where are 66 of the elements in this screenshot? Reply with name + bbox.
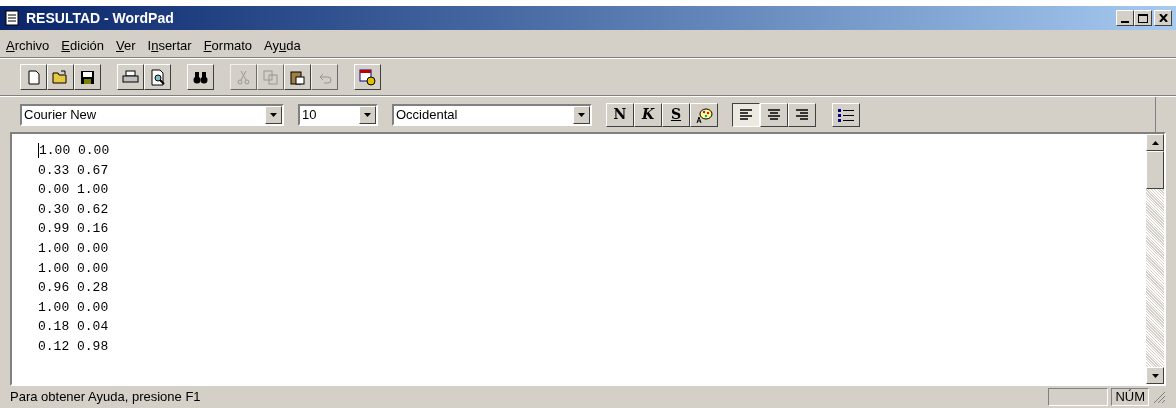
text-line: 0.18 0.04 xyxy=(38,318,109,337)
italic-button[interactable]: K xyxy=(634,102,662,127)
text-line: 0.00 1.00 xyxy=(38,181,109,200)
bullets-button[interactable] xyxy=(832,102,860,127)
text-line: 1.00 0.00 xyxy=(38,259,109,278)
toolbar-button[interactable] xyxy=(47,64,74,90)
text-line: 0.33 0.67 xyxy=(38,161,109,180)
up-arrow-icon xyxy=(1151,140,1159,145)
bullet-list-icon xyxy=(837,107,855,122)
maximize-button[interactable] xyxy=(1134,10,1152,26)
text-line: 0.12 0.98 xyxy=(38,337,109,356)
text-line: 0.99 0.16 xyxy=(38,220,109,239)
bold-button[interactable]: N xyxy=(606,102,634,127)
menu-item[interactable]: Insertar xyxy=(147,35,192,56)
menu-item[interactable]: Formato xyxy=(203,35,253,56)
menu-item[interactable]: Edición xyxy=(61,35,104,56)
menu-item[interactable]: Ver xyxy=(116,35,136,56)
toolbar-button[interactable] xyxy=(284,64,311,90)
size-dropdown[interactable]: 10 xyxy=(298,103,378,126)
toolbar-button[interactable] xyxy=(354,64,381,90)
maximize-icon xyxy=(1138,13,1148,23)
status-message: Para obtener Ayuda, presione F1 xyxy=(10,388,202,407)
scroll-down-button[interactable] xyxy=(1146,367,1164,384)
minimize-button[interactable] xyxy=(1116,10,1134,26)
vertical-scrollbar[interactable] xyxy=(1146,134,1164,384)
down-arrow-icon xyxy=(1151,373,1159,378)
notepad-icon xyxy=(4,10,20,26)
align-center-icon xyxy=(766,108,782,121)
toolbar-button[interactable] xyxy=(74,64,101,90)
close-icon xyxy=(1158,14,1168,22)
status-panel: NÚM xyxy=(1111,388,1149,406)
clipboard-icon xyxy=(289,68,306,86)
resize-grip-icon[interactable] xyxy=(1152,390,1166,404)
color-button[interactable] xyxy=(690,102,718,127)
text-line: 0.30 0.62 xyxy=(38,200,109,219)
align-button[interactable] xyxy=(732,102,760,127)
new-document-icon xyxy=(25,68,42,86)
copy-icon xyxy=(262,68,279,86)
close-button[interactable] xyxy=(1154,10,1172,26)
toolbar-button[interactable] xyxy=(20,64,47,90)
scroll-up-button[interactable] xyxy=(1146,134,1164,151)
print-preview-icon xyxy=(149,68,166,86)
menu-item[interactable]: Ayuda xyxy=(264,35,301,56)
toolbar-button[interactable] xyxy=(187,64,214,90)
align-right-icon xyxy=(794,108,810,121)
script-dropdown[interactable]: Occidental xyxy=(392,103,592,126)
scroll-thumb[interactable] xyxy=(1146,151,1164,189)
text-line: 1.00 0.00 xyxy=(38,239,109,258)
printer-icon xyxy=(122,68,139,86)
palette-icon xyxy=(695,105,713,124)
minimize-icon xyxy=(1121,21,1129,23)
text-line: 1.00 0.00 xyxy=(38,298,109,317)
text-line: 0.96 0.28 xyxy=(38,279,109,298)
text-line: 1.00 0.00 xyxy=(39,142,110,160)
text-cursor xyxy=(38,143,39,159)
calendar-clock-icon xyxy=(359,68,376,86)
window-title: RESULTAD - WordPad xyxy=(26,8,174,28)
underline-button[interactable]: S xyxy=(662,102,690,127)
status-panel xyxy=(1048,388,1109,406)
scissors-icon xyxy=(235,68,252,86)
font-dropdown[interactable]: Courier New xyxy=(20,103,284,126)
align-left-icon xyxy=(738,108,754,121)
toolbar-button[interactable] xyxy=(117,64,144,90)
menu-item[interactable]: Archivo xyxy=(6,35,50,56)
toolbar-button[interactable] xyxy=(144,64,171,90)
folder-icon xyxy=(52,68,69,86)
